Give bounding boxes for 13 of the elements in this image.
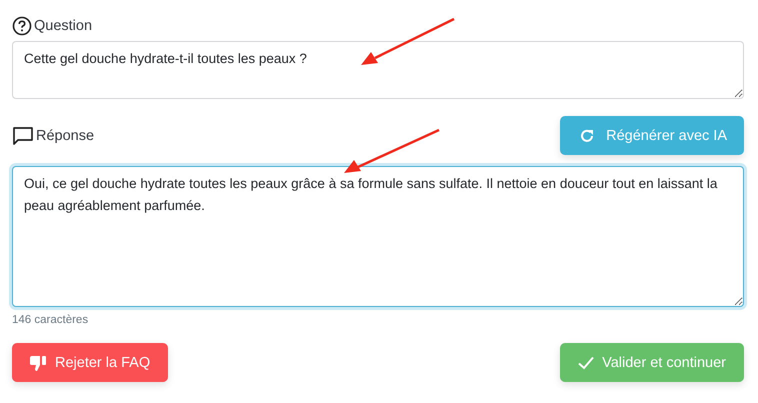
refresh-icon <box>580 128 594 142</box>
question-icon <box>12 16 32 36</box>
question-label: Question <box>34 18 92 34</box>
validate-button[interactable]: Valider et continuer <box>560 343 744 382</box>
reject-button[interactable]: Rejeter la FAQ <box>12 343 168 382</box>
answer-label: Réponse <box>36 128 94 144</box>
regenerate-button[interactable]: Régénérer avec IA <box>560 116 744 155</box>
thumbs-down-icon <box>30 354 47 370</box>
question-field[interactable]: Cette gel douche hydrate-t-il toutes les peaux ? <box>12 41 744 99</box>
checkmark-icon <box>578 356 594 370</box>
answer-field[interactable]: Oui, ce gel douche hydrate toutes les peaux grâce à sa formule sans sulfate. Il nettoie en douceur tout en laissant la peau agréablement parfumée. <box>12 166 744 307</box>
speech-bubble-icon <box>12 126 34 146</box>
character-count: 146 caractères <box>12 314 90 326</box>
